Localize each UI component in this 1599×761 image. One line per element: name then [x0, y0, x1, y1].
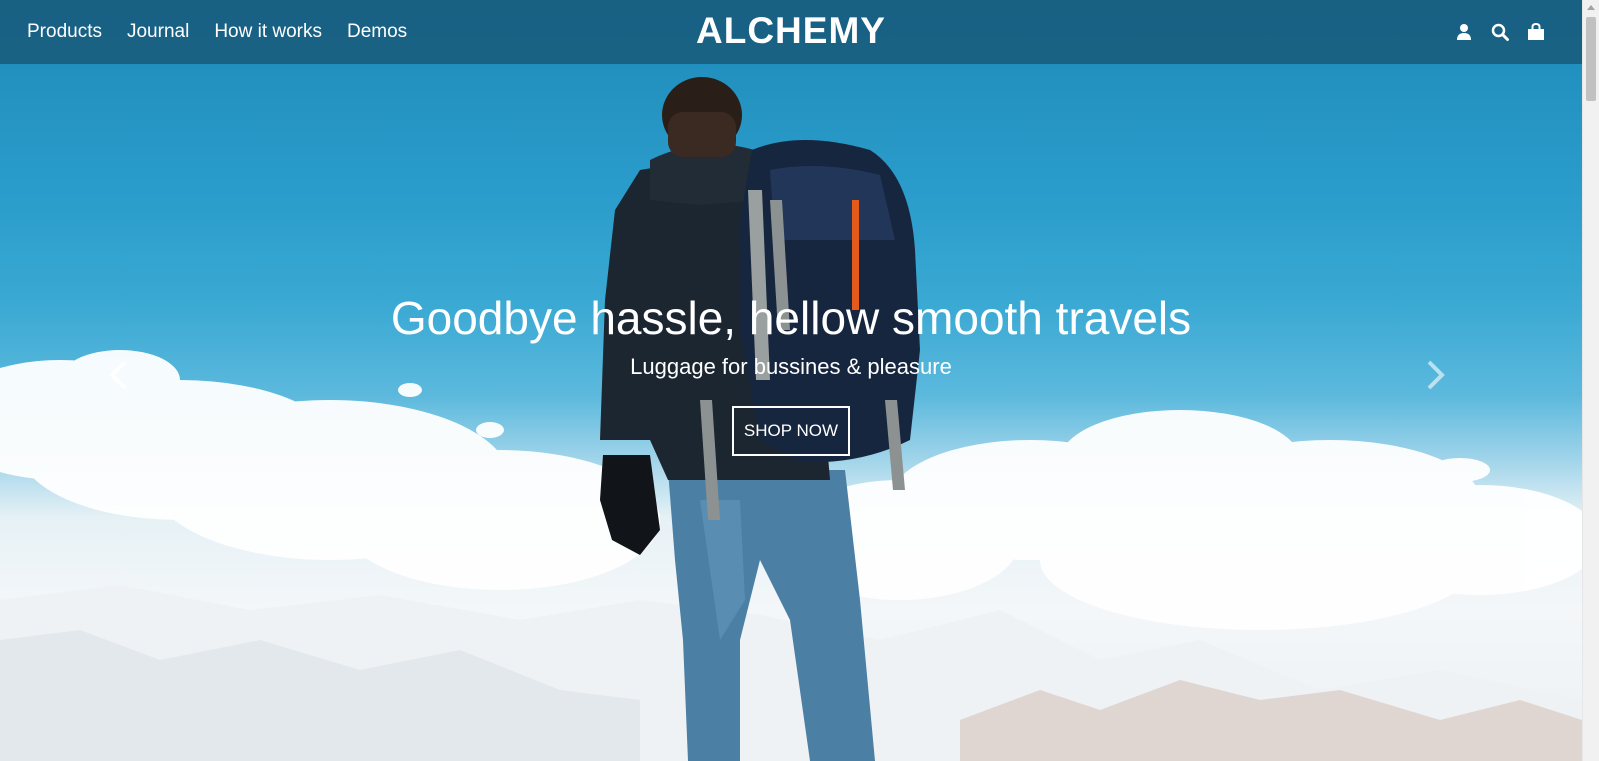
nav-item-products[interactable]: Products [27, 21, 102, 43]
nav-item-demos[interactable]: Demos [347, 21, 407, 43]
page: Products Journal How it works Demos ALCH… [0, 0, 1599, 761]
shop-now-button[interactable]: SHOP NOW [731, 406, 851, 456]
hero-slider: Products Journal How it works Demos ALCH… [0, 0, 1582, 761]
scrollbar-thumb[interactable] [1586, 17, 1596, 101]
hero-subtitle: Luggage for bussines & pleasure [630, 354, 952, 379]
chevron-left-icon[interactable] [103, 358, 133, 392]
site-header: Products Journal How it works Demos ALCH… [0, 0, 1582, 64]
hero-caption: Goodbye hassle, hellow smooth travels Lu… [0, 288, 1582, 456]
shopping-bag-icon[interactable] [1526, 22, 1546, 42]
hero-title: Goodbye hassle, hellow smooth travels [390, 292, 1192, 344]
chevron-right-icon[interactable] [1421, 358, 1451, 392]
header-icons [1438, 0, 1546, 64]
user-icon[interactable] [1454, 22, 1474, 42]
page-scrollbar[interactable] [1582, 0, 1599, 761]
scroll-up-icon[interactable] [1587, 5, 1595, 10]
search-icon[interactable] [1490, 22, 1510, 42]
nav-item-journal[interactable]: Journal [127, 21, 189, 43]
nav-item-how-it-works[interactable]: How it works [214, 21, 322, 43]
site-logo[interactable]: ALCHEMY [696, 10, 886, 51]
main-nav: Products Journal How it works Demos [27, 0, 432, 64]
